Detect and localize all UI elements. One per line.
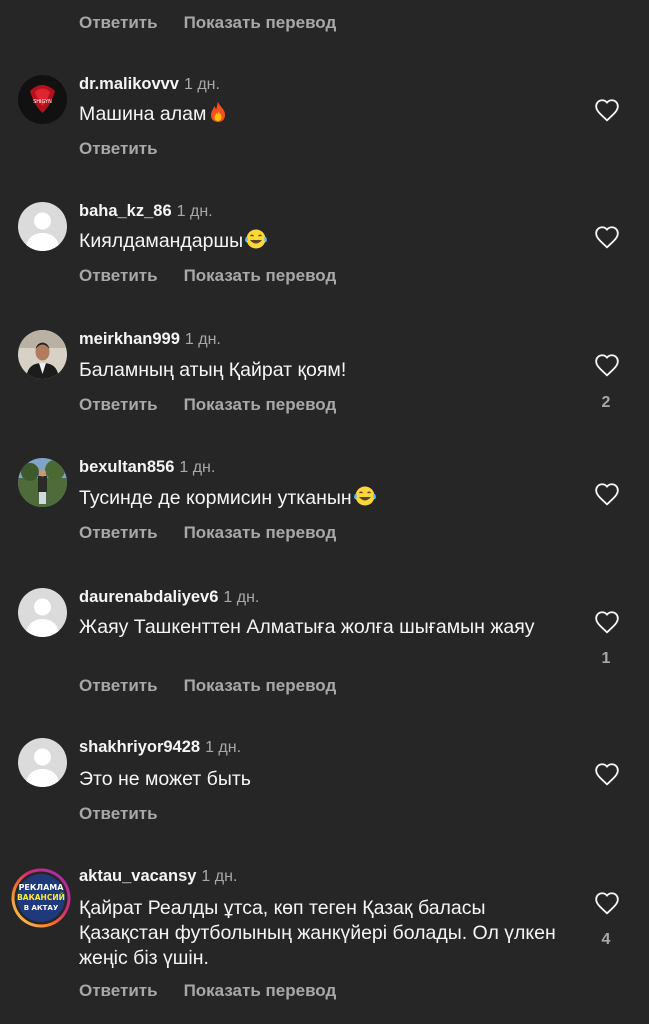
reply-button[interactable]: Ответить [79,523,158,543]
timestamp: 1 дн. [179,459,216,476]
like-button[interactable] [594,353,620,377]
like-count: 1 [601,650,611,667]
heart-icon [595,99,619,122]
heart-icon [595,226,619,249]
timestamp: 1 дн. [223,589,260,606]
show-translation-button[interactable]: Показать перевод [184,676,337,696]
comment-text: Жаяу Ташкенттен Алматыға жолға шығамын ж… [79,616,535,638]
photo-avatar-icon [18,330,67,379]
timestamp: 1 дн. [201,868,238,885]
default-avatar-icon [18,588,67,637]
like-button[interactable] [594,98,620,122]
avatar[interactable]: SHIGYN [18,75,67,124]
comment-text-wrap: Машина алам [79,101,559,130]
username[interactable]: aktau_vacansy [79,867,196,886]
show-translation-button[interactable]: Показать перевод [184,523,337,543]
show-translation-button[interactable]: Показать перевод [184,395,337,415]
username[interactable]: dr.malikovvv [79,75,179,94]
logo-text: SHIGYN [33,99,52,105]
username[interactable]: meirkhan999 [79,330,180,349]
timestamp: 1 дн. [184,331,221,348]
reply-button[interactable]: Ответить [79,804,158,824]
heart-icon [595,892,619,915]
avatar[interactable] [18,738,67,787]
previous-comment-actions: Ответить Показать перевод [79,10,336,36]
red-logo-avatar-icon: SHIGYN [18,75,67,124]
avatar-story-ring[interactable]: РЕКЛАМА ВАКАНСИЙ В АКТАУ [10,867,72,929]
comment-text: Машина алам [79,103,207,125]
reply-button[interactable]: Ответить [79,395,158,415]
heart-icon [595,483,619,506]
fire-icon [207,101,229,130]
comment-text: Тусинде де кормисин утканын [79,487,352,509]
timestamp: 1 дн. [176,203,213,220]
like-count: 4 [601,931,611,948]
laugh-tears-icon [353,485,377,514]
reply-button[interactable]: Ответить [79,139,158,159]
avatar[interactable] [18,588,67,637]
username[interactable]: daurenabdaliyev6 [79,588,218,607]
laugh-tears-icon [244,228,268,257]
reply-button[interactable]: Ответить [79,266,158,286]
reply-button[interactable]: Ответить [79,676,158,696]
username[interactable]: baha_kz_86 [79,202,172,221]
heart-icon [595,763,619,786]
like-button[interactable] [594,225,620,249]
comment-text-wrap: Киялдамандаршы [79,228,559,257]
photo-avatar-icon [18,458,67,507]
avatar-text-line-3: В АКТАУ [24,904,59,912]
avatar[interactable] [18,202,67,251]
comment-text: Баламның атың Қайрат қоям! [79,359,347,381]
heart-icon [595,354,619,377]
reply-button[interactable]: Ответить [79,981,158,1001]
like-count: 2 [601,394,611,411]
reply-button[interactable]: Ответить [79,13,158,33]
story-ring-avatar-icon: РЕКЛАМА ВАКАНСИЙ В АКТАУ [11,868,71,928]
comment-text: Қайрат Реалды ұтса, көп теген Қазақ бала… [79,897,556,969]
show-translation-button[interactable]: Показать перевод [184,266,337,286]
show-translation-button[interactable]: Показать перевод [184,13,337,33]
comment-text: Киялдамандаршы [79,230,244,252]
show-translation-button[interactable]: Показать перевод [184,981,337,1001]
comment-text: Это не может быть [79,768,251,790]
timestamp: 1 дн. [205,739,242,756]
like-button[interactable] [594,610,620,634]
comment-text-wrap: Тусинде де кормисин утканын [79,485,559,514]
username[interactable]: shakhriyor9428 [79,738,200,757]
default-avatar-icon [18,202,67,251]
timestamp: 1 дн. [183,76,220,93]
avatar[interactable] [18,330,67,379]
like-button[interactable] [594,482,620,506]
heart-icon [595,611,619,634]
like-button[interactable] [594,891,620,915]
default-avatar-icon [18,738,67,787]
avatar-text-line-2: ВАКАНСИЙ [17,893,65,902]
like-button[interactable] [594,762,620,786]
avatar-text-line-1: РЕКЛАМА [19,883,65,892]
avatar[interactable] [18,458,67,507]
username[interactable]: bexultan856 [79,458,174,477]
